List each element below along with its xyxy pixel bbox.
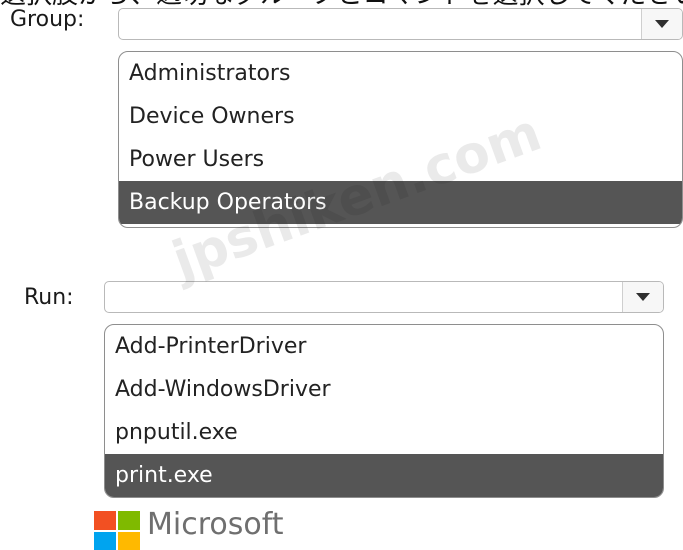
- run-label: Run:: [24, 285, 74, 310]
- logo-square-red: [94, 511, 116, 530]
- group-option-selected[interactable]: Backup Operators: [119, 181, 682, 224]
- run-option[interactable]: pnputil.exe: [105, 411, 663, 454]
- logo-square-blue: [94, 532, 116, 550]
- run-dropdown-button[interactable]: [622, 282, 663, 312]
- run-option-selected[interactable]: print.exe: [105, 454, 663, 497]
- group-option[interactable]: Administrators: [119, 52, 682, 95]
- group-option[interactable]: Device Owners: [119, 95, 682, 138]
- logo-square-yellow: [118, 532, 140, 550]
- run-option[interactable]: Add-WindowsDriver: [105, 368, 663, 411]
- group-option[interactable]: Power Users: [119, 138, 682, 181]
- group-label: Group:: [10, 7, 85, 32]
- logo-square-green: [118, 511, 140, 530]
- group-dropdown[interactable]: [118, 8, 683, 40]
- group-options-list: Administrators Device Owners Power Users…: [118, 51, 683, 228]
- run-dropdown[interactable]: [104, 281, 664, 313]
- microsoft-logo-icon: [94, 511, 141, 550]
- group-dropdown-button[interactable]: [641, 9, 682, 39]
- chevron-down-icon: [655, 20, 669, 28]
- microsoft-brand-text: Microsoft: [147, 507, 284, 542]
- run-option[interactable]: Add-PrinterDriver: [105, 325, 663, 368]
- chevron-down-icon: [636, 293, 650, 301]
- run-options-list: Add-PrinterDriver Add-WindowsDriver pnpu…: [104, 324, 664, 498]
